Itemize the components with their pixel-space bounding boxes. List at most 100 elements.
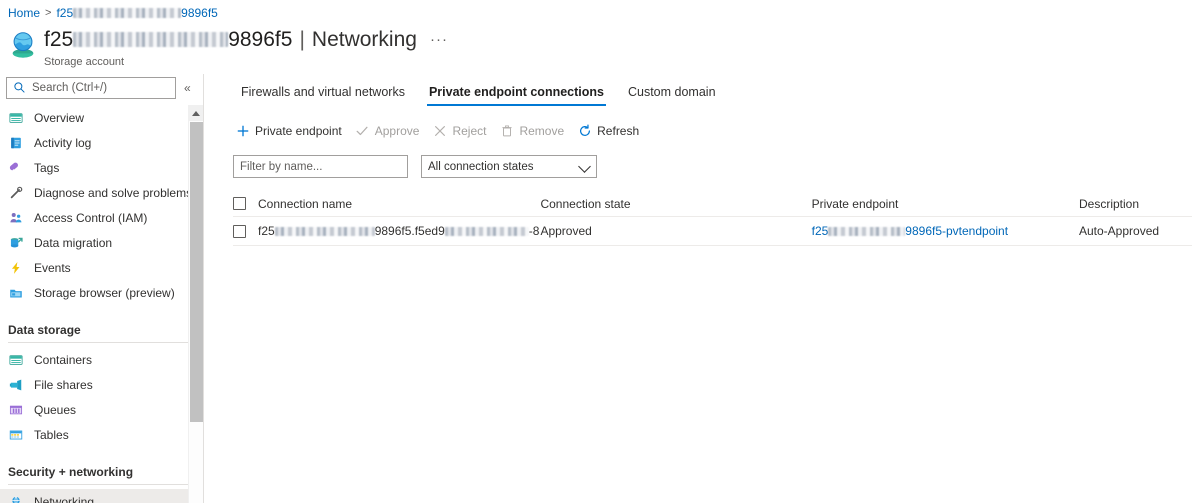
- breadcrumb-home-link[interactable]: Home: [8, 5, 40, 21]
- cell-description: Auto-Approved: [1079, 224, 1160, 238]
- breadcrumb: Home > f25 9896f5: [8, 5, 218, 21]
- page-title-separator: |: [299, 28, 305, 51]
- tab-firewalls-and-virtual-networks[interactable]: Firewalls and virtual networks: [229, 85, 417, 106]
- scrollbar-thumb[interactable]: [190, 122, 203, 422]
- sidebar-item-label: Tags: [34, 160, 60, 175]
- reject-button[interactable]: Reject: [428, 120, 495, 141]
- tags-icon: [8, 160, 24, 176]
- search-icon: [13, 81, 27, 95]
- sidebar-group-data-storage: Data storage: [8, 323, 81, 337]
- sidebar-search-row: «: [0, 74, 203, 99]
- sidebar-item-events[interactable]: Events: [0, 255, 203, 280]
- collapse-sidebar-button[interactable]: «: [184, 81, 191, 95]
- private-endpoint-button[interactable]: Private endpoint: [231, 120, 351, 141]
- connection-state-select-value: All connection states: [428, 160, 534, 173]
- sidebar-item-containers[interactable]: Containers: [0, 347, 203, 372]
- more-options-button[interactable]: ···: [430, 26, 448, 53]
- remove-button[interactable]: Remove: [495, 120, 573, 141]
- connection-name-redacted-block-2: [444, 226, 529, 236]
- plus-icon: [235, 123, 250, 138]
- tab-private-endpoint-connections[interactable]: Private endpoint connections: [417, 85, 616, 106]
- sidebar-item-label: Queues: [34, 402, 77, 417]
- sidebar-item-activity-log[interactable]: Activity log: [0, 130, 203, 155]
- sidebar-item-label: Data migration: [34, 235, 113, 250]
- search-input[interactable]: [30, 81, 160, 95]
- page-title: f25 9896f5 | Networking ···: [44, 26, 448, 53]
- sidebar-item-label: Tables: [34, 427, 69, 442]
- close-icon: [432, 123, 447, 138]
- row-checkbox[interactable]: [233, 224, 246, 238]
- filter-by-name-input[interactable]: [233, 155, 408, 178]
- sidebar-item-queues[interactable]: Queues: [0, 397, 203, 422]
- table-header-row: Connection name Connection state Private…: [233, 191, 1192, 217]
- connection-name-value: f25 9896f5.f5ed9 -8ad2-387...: [258, 224, 540, 238]
- sidebar-item-storage-browser-preview[interactable]: Storage browser (preview): [0, 280, 203, 305]
- page-title-suffix: 9896f5: [228, 28, 293, 51]
- connection-name-prefix: f25: [258, 224, 275, 238]
- sidebar-item-tables[interactable]: Tables: [0, 422, 203, 447]
- events-icon: [8, 260, 24, 276]
- cell-connection-name: f25 9896f5.f5ed9 -8ad2-387...: [258, 224, 540, 238]
- refresh-icon: [577, 123, 592, 138]
- column-header-private-endpoint[interactable]: Private endpoint: [812, 197, 1079, 211]
- sidebar-item-networking[interactable]: Networking: [0, 489, 203, 503]
- command-toolbar: Private endpoint Approve Reject Remove R…: [205, 115, 1200, 146]
- storage-account-icon: [8, 29, 38, 59]
- refresh-button[interactable]: Refresh: [573, 120, 648, 141]
- toolbar-button-label: Reject: [452, 123, 487, 138]
- column-header-connection-name[interactable]: Connection name: [258, 197, 540, 211]
- table-row[interactable]: f25 9896f5.f5ed9 -8ad2-387... Approved f25…: [233, 217, 1192, 246]
- access-control-icon: [8, 210, 24, 226]
- private-endpoint-connections-table: Connection name Connection state Private…: [205, 191, 1200, 246]
- sidebar-group-security-networking: Security + networking: [8, 465, 134, 479]
- page-title-block: f25 9896f5 | Networking ··· Storage accou…: [44, 26, 448, 69]
- sidebar-item-access-control-iam[interactable]: Access Control (IAM): [0, 205, 203, 230]
- sidebar-item-label: Access Control (IAM): [34, 210, 148, 225]
- page-header: f25 9896f5 | Networking ··· Storage accou…: [8, 26, 448, 69]
- sidebar-item-label: Events: [34, 260, 71, 275]
- column-header-connection-state[interactable]: Connection state: [540, 197, 811, 211]
- connection-state-select[interactable]: All connection states: [421, 155, 597, 178]
- sidebar-item-file-shares[interactable]: File shares: [0, 372, 203, 397]
- private-endpoint-link[interactable]: f25 9896f5-pvtendpoint: [812, 224, 1008, 238]
- column-header-description[interactable]: Description: [1079, 197, 1192, 211]
- approve-button[interactable]: Approve: [351, 120, 429, 141]
- breadcrumb-separator: >: [45, 7, 52, 19]
- data-migration-icon: [8, 235, 24, 251]
- breadcrumb-resource-link[interactable]: f25 9896f5: [56, 5, 217, 21]
- tables-icon: [8, 427, 24, 443]
- queues-icon: [8, 402, 24, 418]
- private-endpoint-redacted-block: [828, 227, 906, 237]
- check-icon: [355, 123, 370, 138]
- azure-portal-page: Home > f25 9896f5 f25 9896f5 | Networking …: [0, 0, 1200, 503]
- file-shares-icon: [8, 377, 24, 393]
- toolbar-button-label: Private endpoint: [255, 123, 342, 138]
- private-endpoint-suffix: 9896f5-pvtendpoint: [905, 224, 1009, 238]
- page-title-redacted-block: [73, 32, 229, 47]
- page-title-prefix: f25: [44, 28, 74, 51]
- sidebar-group-divider: [8, 484, 193, 485]
- networking-icon: [8, 494, 24, 503]
- sidebar-item-diagnose-and-solve-problems[interactable]: Diagnose and solve problems: [0, 180, 203, 205]
- tab-bar: Firewalls and virtual networks Private e…: [205, 74, 1200, 106]
- search-box[interactable]: [6, 77, 176, 99]
- tab-custom-domain[interactable]: Custom domain: [616, 85, 728, 106]
- sidebar-item-data-migration[interactable]: Data migration: [0, 230, 203, 255]
- connection-name-redacted-block-1: [274, 226, 375, 236]
- diagnose-icon: [8, 185, 24, 201]
- trash-icon: [499, 123, 514, 138]
- connection-name-middle: 9896f5.f5ed9: [374, 224, 445, 238]
- private-endpoint-prefix: f25: [811, 224, 829, 238]
- sidebar-item-label: Networking: [34, 494, 95, 503]
- filter-bar: All connection states: [205, 155, 1200, 178]
- sidebar-item-label: Storage browser (preview): [34, 285, 175, 300]
- sidebar-scrollbar[interactable]: [188, 105, 203, 503]
- cell-private-endpoint: f25 9896f5-pvtendpoint: [812, 224, 1079, 238]
- select-all-checkbox[interactable]: [233, 197, 246, 210]
- activity-log-icon: [8, 135, 24, 151]
- scroll-up-arrow-icon[interactable]: [189, 105, 203, 121]
- sidebar-item-overview[interactable]: Overview: [0, 105, 203, 130]
- sidebar-item-tags[interactable]: Tags: [0, 155, 203, 180]
- sidebar-item-label: File shares: [34, 377, 93, 392]
